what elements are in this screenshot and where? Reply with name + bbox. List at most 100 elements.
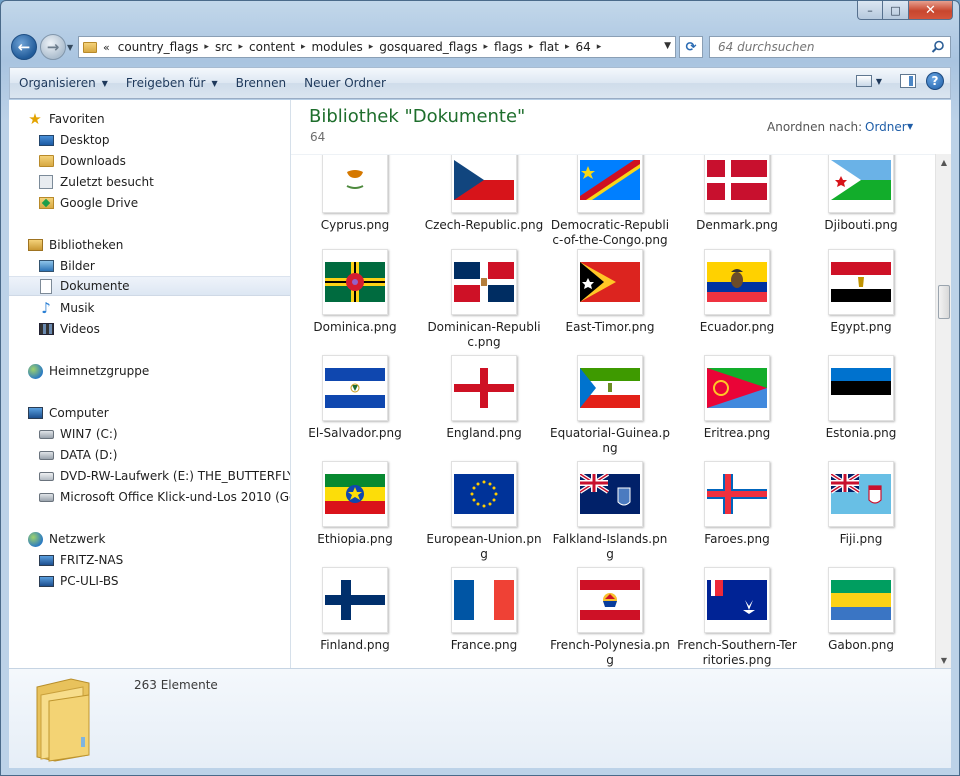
nav-libraries-header[interactable]: Bibliotheken (9, 235, 290, 255)
file-item[interactable]: Fiji.png (801, 461, 921, 547)
nav-item-google-drive[interactable]: Google Drive (9, 193, 290, 213)
file-name: Egypt.png (830, 320, 892, 334)
file-item[interactable]: Cyprus.png (295, 155, 415, 233)
nav-item-fritz-nas[interactable]: FRITZ-NAS (9, 550, 290, 570)
title-bar[interactable]: – □ ✕ (1, 1, 959, 29)
nav-item-documents[interactable]: Dokumente (9, 276, 290, 296)
file-item[interactable]: East-Timor.png (550, 249, 670, 335)
nav-item-downloads[interactable]: Downloads (9, 151, 290, 171)
breadcrumb-overflow[interactable]: « (103, 41, 110, 54)
file-item[interactable]: Estonia.png (801, 355, 921, 441)
file-item[interactable]: Eritrea.png (677, 355, 797, 441)
refresh-button[interactable]: ⟳ (679, 36, 703, 58)
file-item[interactable]: Czech-Republic.png (424, 155, 544, 233)
chevron-right-icon[interactable]: ▸ (369, 42, 374, 52)
file-item[interactable]: Ethiopia.png (295, 461, 415, 547)
search-box[interactable] (709, 36, 951, 58)
vertical-scrollbar[interactable]: ▲ ▼ (935, 154, 951, 668)
nav-computer-header[interactable]: Computer (9, 403, 290, 423)
new-folder-button[interactable]: Neuer Ordner (295, 71, 395, 95)
file-item[interactable]: European-Union.png (424, 461, 544, 562)
breadcrumb-item[interactable]: modules (311, 40, 362, 54)
chevron-right-icon[interactable]: ▸ (597, 42, 602, 52)
flag-thumbnail (451, 567, 517, 633)
drive-icon (38, 489, 54, 505)
preview-pane-icon[interactable] (900, 74, 916, 88)
file-item[interactable]: French-Polynesia.png (550, 567, 670, 668)
chevron-right-icon[interactable]: ▸ (484, 42, 489, 52)
chevron-down-icon[interactable]: ▼ (876, 77, 882, 86)
scroll-down-icon[interactable]: ▼ (936, 652, 951, 668)
nav-item-drive-c[interactable]: WIN7 (C:) (9, 424, 290, 444)
nav-item-desktop[interactable]: Desktop (9, 130, 290, 150)
file-item[interactable]: Denmark.png (677, 155, 797, 233)
file-item[interactable]: Gabon.png (801, 567, 921, 653)
file-item[interactable]: Egypt.png (801, 249, 921, 335)
help-icon[interactable]: ? (926, 72, 944, 90)
breadcrumb-item[interactable]: src (215, 40, 233, 54)
file-grid: Cyprus.png Czech-Republic.png Democratic-R… (291, 154, 935, 668)
nav-item-pictures[interactable]: Bilder (9, 256, 290, 276)
breadcrumb-item[interactable]: country_flags (118, 40, 199, 54)
organize-menu[interactable]: Organisieren ▼ (10, 71, 117, 95)
search-input[interactable] (710, 37, 920, 57)
file-name: French-Polynesia.png (550, 638, 670, 667)
nav-favorites-header[interactable]: ★ Favoriten (9, 109, 290, 129)
file-item[interactable]: Democratic-Republic-of-the-Congo.png (550, 155, 670, 248)
file-item[interactable]: France.png (424, 567, 544, 653)
file-item[interactable]: Dominica.png (295, 249, 415, 335)
nav-item-drive-e[interactable]: DVD-RW-Laufwerk (E:) THE_BUTTERFLY_EFFEC… (9, 466, 290, 486)
file-item[interactable]: French-Southern-Territories.png (677, 567, 797, 668)
file-item[interactable]: Ecuador.png (677, 249, 797, 335)
share-menu[interactable]: Freigeben für ▼ (117, 71, 227, 95)
maximize-button[interactable]: □ (883, 1, 909, 20)
file-item[interactable]: Falkland-Islands.png (550, 461, 670, 562)
nav-item-recent[interactable]: Zuletzt besucht (9, 172, 290, 192)
nav-network-header[interactable]: Netzwerk (9, 529, 290, 549)
chevron-down-icon[interactable]: ▼ (907, 122, 913, 131)
chevron-right-icon[interactable]: ▸ (529, 42, 534, 52)
breadcrumb-item[interactable]: gosquared_flags (379, 40, 477, 54)
scrollbar-thumb[interactable] (938, 285, 950, 319)
arrange-by-dropdown[interactable]: Ordner (865, 120, 907, 134)
address-bar[interactable]: « country_flags ▸ src ▸ content ▸ module… (78, 36, 676, 58)
forward-button[interactable]: → (40, 34, 66, 60)
search-icon[interactable] (931, 40, 945, 54)
flag-image (454, 474, 514, 514)
address-history-dropdown[interactable]: ▼ (664, 41, 671, 51)
nav-item-videos[interactable]: Videos (9, 319, 290, 339)
breadcrumb-item[interactable]: content (249, 40, 295, 54)
nav-item-homegroup[interactable]: Heimnetzgruppe (9, 361, 290, 381)
burn-button[interactable]: Brennen (227, 71, 295, 95)
breadcrumb-item[interactable]: flags (494, 40, 523, 54)
nav-item-office-drive[interactable]: Microsoft Office Klick-und-Los 2010 (Ges… (9, 487, 290, 507)
chevron-right-icon[interactable]: ▸ (204, 42, 209, 52)
chevron-right-icon[interactable]: ▸ (238, 42, 243, 52)
back-button[interactable]: ← (11, 34, 37, 60)
breadcrumb-item[interactable]: 64 (576, 40, 591, 54)
breadcrumb-item[interactable]: flat (539, 40, 559, 54)
file-name: Ethiopia.png (317, 532, 393, 546)
file-item[interactable]: Equatorial-Guinea.png (550, 355, 670, 456)
file-item[interactable]: Djibouti.png (801, 155, 921, 233)
file-item[interactable]: Finland.png (295, 567, 415, 653)
minimize-button[interactable]: – (857, 1, 883, 20)
file-item[interactable]: Dominican-Republic.png (424, 249, 544, 350)
nav-item-pc-uli-bs[interactable]: PC-ULI-BS (9, 571, 290, 591)
file-item[interactable]: Faroes.png (677, 461, 797, 547)
nav-label: Downloads (60, 154, 126, 168)
chevron-right-icon[interactable]: ▸ (301, 42, 306, 52)
close-button[interactable]: ✕ (909, 1, 953, 20)
nav-item-drive-d[interactable]: DATA (D:) (9, 445, 290, 465)
scroll-up-icon[interactable]: ▲ (936, 154, 951, 170)
view-options-icon[interactable] (855, 75, 872, 87)
nav-label: FRITZ-NAS (60, 553, 124, 567)
flag-image (580, 160, 640, 200)
nav-label: Microsoft Office Klick-und-Los 2010 (Ges… (60, 490, 290, 504)
recent-pages-dropdown[interactable]: ▼ (67, 43, 73, 52)
file-item[interactable]: England.png (424, 355, 544, 441)
chevron-right-icon[interactable]: ▸ (565, 42, 570, 52)
flag-image (707, 160, 767, 200)
file-item[interactable]: El-Salvador.png (295, 355, 415, 441)
nav-item-music[interactable]: ♪ Musik (9, 298, 290, 318)
